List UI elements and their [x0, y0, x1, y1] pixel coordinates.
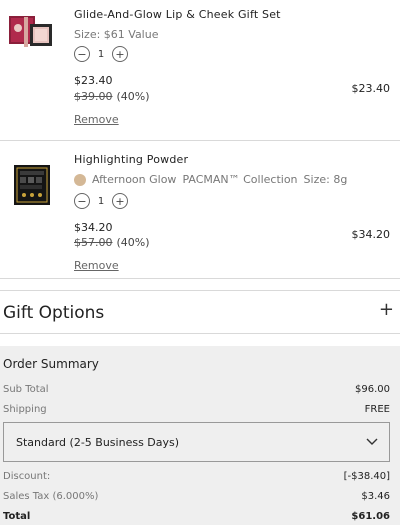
plus-icon[interactable]: + — [112, 193, 128, 209]
product-size: Size: 8g — [303, 173, 348, 186]
discount-row: Discount: [-$38.40] — [3, 471, 390, 482]
quantity-value: 1 — [97, 195, 105, 207]
product-name[interactable]: Highlighting Powder — [74, 153, 188, 166]
product-size: Size: $61 Value — [74, 28, 159, 41]
order-summary: Order Summary Sub Total $96.00 Shipping … — [0, 346, 400, 525]
original-price: $57.00 — [74, 236, 113, 249]
discount-label: Discount: — [3, 471, 51, 482]
sales-tax-value: $3.46 — [361, 491, 390, 502]
discount-percent: (40%) — [116, 236, 150, 249]
plus-icon[interactable]: + — [112, 46, 128, 62]
order-summary-title: Order Summary — [3, 357, 99, 371]
shipping-value: FREE — [364, 404, 390, 415]
product-variant: Afternoon Glow PACMAN™ Collection Size: … — [74, 173, 347, 186]
line-total: $23.40 — [351, 82, 391, 95]
total-value: $61.06 — [351, 511, 390, 522]
remove-link[interactable]: Remove — [74, 259, 119, 272]
sales-tax-row: Sales Tax (6.000%) $3.46 — [3, 491, 390, 502]
shipping-label: Shipping — [3, 404, 47, 415]
product-thumbnail[interactable] — [8, 8, 56, 56]
sale-price: $34.20 — [74, 221, 113, 234]
original-price-line: $57.00 (40%) — [74, 236, 150, 249]
shade-swatch — [74, 173, 86, 186]
gift-options-toggle[interactable]: Gift Options + — [0, 290, 400, 334]
original-price: $39.00 — [74, 90, 113, 103]
subtotal-value: $96.00 — [355, 384, 390, 395]
cart-item: Glide-And-Glow Lip & Cheek Gift Set Size… — [0, 0, 400, 140]
minus-icon[interactable]: − — [74, 46, 90, 62]
discount-percent: (40%) — [116, 90, 150, 103]
shipping-row: Shipping FREE — [3, 404, 390, 415]
collection-name: PACMAN™ Collection — [182, 173, 298, 186]
shade-name: Afternoon Glow — [92, 173, 177, 186]
original-price-line: $39.00 (40%) — [74, 90, 150, 103]
expand-plus-icon[interactable]: + — [379, 301, 394, 319]
sale-price: $23.40 — [74, 74, 113, 87]
subtotal-row: Sub Total $96.00 — [3, 384, 390, 395]
quantity-stepper: − 1 + — [74, 46, 128, 62]
chevron-down-icon — [366, 438, 378, 445]
shipping-method-select[interactable]: Standard (2-5 Business Days) — [3, 422, 390, 462]
section-divider — [0, 278, 400, 290]
discount-value: [-$38.40] — [343, 471, 390, 482]
minus-icon[interactable]: − — [74, 193, 90, 209]
product-name[interactable]: Glide-And-Glow Lip & Cheek Gift Set — [74, 8, 281, 21]
total-row: Total $61.06 — [3, 511, 390, 522]
cart-item: Highlighting Powder Afternoon Glow PACMA… — [0, 140, 400, 278]
gift-options-title: Gift Options — [3, 303, 105, 323]
sales-tax-label: Sales Tax (6.000%) — [3, 491, 99, 502]
subtotal-label: Sub Total — [3, 384, 49, 395]
line-total: $34.20 — [351, 228, 391, 241]
total-label: Total — [3, 511, 31, 522]
shipping-method-value: Standard (2-5 Business Days) — [16, 436, 180, 449]
quantity-value: 1 — [97, 48, 105, 60]
quantity-stepper: − 1 + — [74, 193, 128, 209]
product-thumbnail[interactable] — [8, 161, 56, 209]
remove-link[interactable]: Remove — [74, 113, 119, 126]
